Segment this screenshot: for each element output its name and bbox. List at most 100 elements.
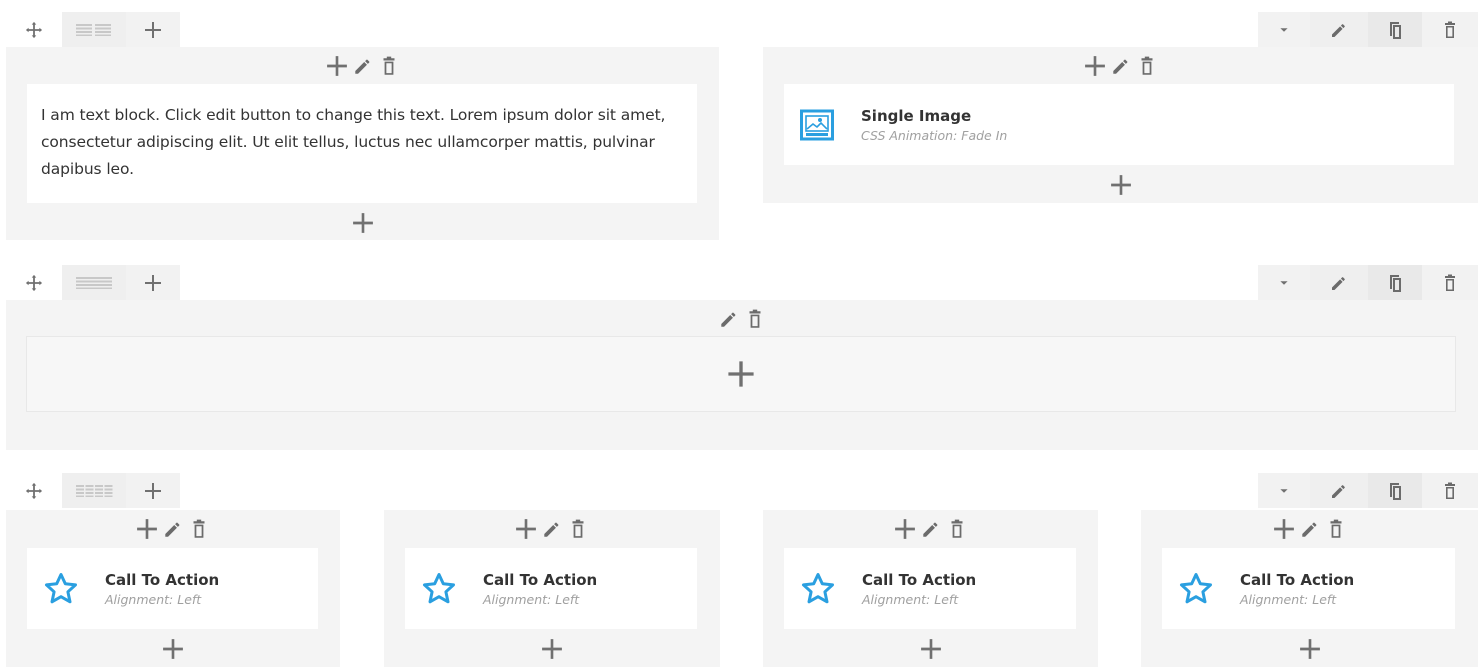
row-delete-button[interactable] [1422,265,1478,300]
column-add-button[interactable] [1084,55,1106,77]
row-toggle-button[interactable] [1258,265,1310,300]
column-add-button[interactable] [894,518,916,540]
column-controls [6,47,719,84]
caret-down-icon [1275,274,1293,292]
column-edit-button[interactable] [541,518,563,540]
row-layout-button[interactable] [62,12,126,47]
column-edit-button[interactable] [718,308,740,330]
caret-down-icon [1275,21,1293,39]
plus-icon [162,638,184,660]
call-to-action-element[interactable]: Call To Action Alignment: Left [1162,548,1455,629]
row-toggle-button[interactable] [1258,473,1310,508]
plus-icon [894,518,916,540]
plus-icon [1084,55,1106,77]
row-add-column-button[interactable] [126,473,180,508]
row-layout-button[interactable] [62,473,126,508]
row-3: Call To Action Alignment: Left Call To A… [6,473,1478,667]
element-title: Call To Action [1240,570,1355,589]
empty-column-add-element[interactable] [26,336,1456,412]
layout-icon [76,484,113,497]
column-delete-button[interactable] [1136,55,1158,77]
row-layout-button[interactable] [62,265,126,300]
row-delete-button[interactable] [1422,473,1478,508]
element-subtitle: Alignment: Left [862,591,959,607]
column: Call To Action Alignment: Left [6,510,340,667]
column-delete-button[interactable] [567,518,589,540]
copy-icon [1385,273,1405,293]
row-edit-button[interactable] [1310,473,1368,508]
column-empty [6,300,1478,450]
row-controls-left [6,12,180,47]
column-bottom-add-button[interactable] [763,167,1478,203]
column-controls [384,510,720,547]
plus-icon [143,273,163,293]
pencil-icon [541,518,563,540]
column-add-button[interactable] [1273,518,1295,540]
caret-down-icon [1275,482,1293,500]
row-controls-right [1258,12,1478,47]
star-icon [423,572,455,603]
call-to-action-element[interactable]: Call To Action Alignment: Left [784,548,1076,629]
column: I am text block. Click edit button to ch… [6,47,719,240]
row-move-handle[interactable] [6,473,62,508]
pencil-icon [920,518,942,540]
column-bottom-add-button[interactable] [6,205,719,241]
column-delete-button[interactable] [744,308,766,330]
trash-icon [567,518,589,540]
column-controls [763,510,1098,547]
row-clone-button[interactable] [1368,473,1422,508]
column-edit-button[interactable] [162,518,184,540]
plus-icon [515,518,537,540]
column-controls [6,300,1478,337]
plus-icon [1273,518,1295,540]
column-delete-button[interactable] [378,55,400,77]
element-subtitle: Alignment: Left [483,591,580,607]
column-edit-button[interactable] [1299,518,1321,540]
column-delete-button[interactable] [1325,518,1347,540]
column-bottom-add-button[interactable] [6,631,340,667]
call-to-action-element[interactable]: Call To Action Alignment: Left [27,548,318,629]
element-subtitle: CSS Animation: Fade In [861,127,1008,143]
row-edit-button[interactable] [1310,265,1368,300]
row-add-column-button[interactable] [126,265,180,300]
column-add-button[interactable] [136,518,158,540]
plus-icon [143,20,163,40]
row-clone-button[interactable] [1368,265,1422,300]
single-image-element[interactable]: Single Image CSS Animation: Fade In [784,84,1454,165]
column-bottom-add-button[interactable] [384,631,720,667]
column: Call To Action Alignment: Left [1141,510,1478,667]
column: Call To Action Alignment: Left [763,510,1098,667]
row-add-column-button[interactable] [126,12,180,47]
trash-icon [744,308,766,330]
move-icon [25,274,43,292]
column-add-button[interactable] [515,518,537,540]
column-delete-button[interactable] [946,518,968,540]
row-clone-button[interactable] [1368,12,1422,47]
column-controls [1141,510,1478,547]
image-icon [800,109,834,140]
row-1: I am text block. Click edit button to ch… [6,12,1478,242]
column-add-button[interactable] [326,55,348,77]
row-move-handle[interactable] [6,12,62,47]
column-bottom-add-button[interactable] [1141,631,1478,667]
plus-icon [727,360,755,388]
column-edit-button[interactable] [1110,55,1132,77]
row-move-handle[interactable] [6,265,62,300]
column-bottom-add-button[interactable] [763,631,1098,667]
plus-icon [352,212,374,234]
pencil-icon [1329,481,1349,501]
column-edit-button[interactable] [352,55,374,77]
column-delete-button[interactable] [188,518,210,540]
plus-icon [920,638,942,660]
row-toggle-button[interactable] [1258,12,1310,47]
trash-icon [1440,273,1460,293]
row-controls-right [1258,265,1478,300]
column-edit-button[interactable] [920,518,942,540]
text-block-element[interactable]: I am text block. Click edit button to ch… [27,84,697,203]
row-edit-button[interactable] [1310,12,1368,47]
row-delete-button[interactable] [1422,12,1478,47]
trash-icon [1136,55,1158,77]
call-to-action-element[interactable]: Call To Action Alignment: Left [405,548,697,629]
column-controls [6,510,340,547]
pencil-icon [1299,518,1321,540]
